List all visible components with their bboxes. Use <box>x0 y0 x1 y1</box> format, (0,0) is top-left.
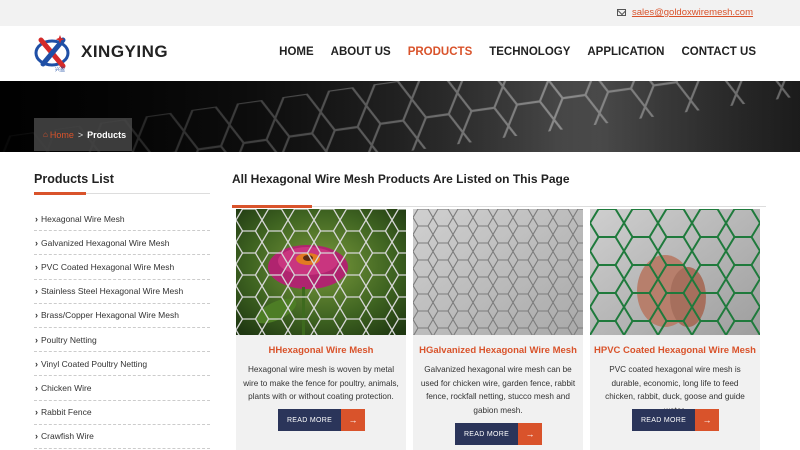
product-image-hexagonal[interactable] <box>236 209 406 335</box>
product-cards: HHexagonal Wire Mesh Hexagonal wire mesh… <box>236 209 760 450</box>
breadcrumb-home[interactable]: Home <box>50 130 74 140</box>
nav-home[interactable]: HOME <box>279 46 314 58</box>
product-card-description: Hexagonal wire mesh is woven by metal wi… <box>243 365 399 401</box>
sidebar-item-stainless-steel-hexagonal[interactable]: › Stainless Steel Hexagonal Wire Mesh <box>34 280 210 304</box>
nav-products[interactable]: PRODUCTS <box>408 46 473 58</box>
pvc-mesh-photo <box>590 209 760 335</box>
email-text: sales@goldoxwiremesh.com <box>631 7 753 18</box>
top-bar: sales@goldoxwiremesh.com <box>0 0 800 26</box>
logo-mark-icon: 兴盈 <box>34 35 70 72</box>
sidebar-title: Products List <box>34 172 114 186</box>
logo-subtext: 兴盈 <box>55 66 65 72</box>
product-card-description: PVC coated hexagonal wire mesh is durabl… <box>605 365 745 415</box>
chevron-right-icon: › <box>35 286 38 297</box>
site-logo[interactable]: 兴盈 XINGYING <box>33 32 168 72</box>
read-more-button[interactable]: READ MORE → <box>278 409 365 431</box>
breadcrumb: ⌂ Home > Products <box>34 118 132 151</box>
read-more-label: READ MORE <box>455 423 518 445</box>
email-link[interactable]: sales@goldoxwiremesh.com <box>616 7 753 18</box>
product-image-galvanized[interactable] <box>413 209 583 335</box>
sidebar-item-brass-copper-hexagonal[interactable]: › Brass/Copper Hexagonal Wire Mesh <box>34 304 210 328</box>
sidebar-item-hexagonal-wire-mesh[interactable]: › Hexagonal Wire Mesh <box>34 207 210 232</box>
envelope-icon <box>616 9 626 16</box>
sidebar-item-poultry-netting[interactable]: › Poultry Netting <box>34 328 210 353</box>
sidebar-item-rabbit-fence[interactable]: › Rabbit Fence <box>34 401 210 425</box>
page-heading: All Hexagonal Wire Mesh Products Are Lis… <box>232 172 570 186</box>
chevron-right-icon: › <box>35 213 38 224</box>
read-more-label: READ MORE <box>278 409 341 431</box>
sidebar-item-galvanized-hexagonal[interactable]: › Galvanized Hexagonal Wire Mesh <box>34 231 210 256</box>
read-more-button[interactable]: READ MORE → <box>455 423 542 445</box>
chevron-right-icon: › <box>35 407 38 418</box>
arrow-right-icon: → <box>695 409 719 431</box>
chevron-right-icon: › <box>35 334 38 345</box>
heading-underline <box>232 186 766 208</box>
products-main: All Hexagonal Wire Mesh Products Are Lis… <box>232 172 766 450</box>
read-more-button[interactable]: READ MORE → <box>632 409 719 431</box>
product-card-description: Galvanized hexagonal wire mesh can be us… <box>420 365 576 415</box>
products-sidebar: Products List › Hexagonal Wire Mesh › Galv… <box>34 172 210 449</box>
product-card-title[interactable]: HPVC Coated Hexagonal Wire Mesh <box>590 345 760 356</box>
chevron-right-icon: › <box>35 261 38 272</box>
page-banner: ⌂ Home > Products <box>0 81 800 152</box>
product-card-title[interactable]: HGalvanized Hexagonal Wire Mesh <box>413 345 583 356</box>
nav-application[interactable]: APPLICATION <box>587 46 664 58</box>
sidebar-title-underline <box>34 186 210 196</box>
product-card: HGalvanized Hexagonal Wire Mesh Galvaniz… <box>413 209 583 450</box>
sidebar-item-crawfish-wire[interactable]: › Crawfish Wire <box>34 425 210 449</box>
brand-name: XINGYING <box>81 42 169 61</box>
nav-about-us[interactable]: ABOUT US <box>331 46 391 58</box>
nav-technology[interactable]: TECHNOLOGY <box>489 46 570 58</box>
chevron-right-icon: › <box>35 382 38 393</box>
sidebar-item-pvc-coated-hexagonal[interactable]: › PVC Coated Hexagonal Wire Mesh <box>34 255 210 280</box>
product-card: HHexagonal Wire Mesh Hexagonal wire mesh… <box>236 209 406 450</box>
breadcrumb-separator: > <box>77 129 84 140</box>
sidebar-list: › Hexagonal Wire Mesh › Galvanized Hexagon… <box>34 207 210 449</box>
chevron-right-icon: › <box>35 431 38 442</box>
arrow-right-icon: → <box>518 423 542 445</box>
product-card-title[interactable]: HHexagonal Wire Mesh <box>236 345 406 356</box>
home-icon: ⌂ <box>43 130 48 139</box>
product-card: HPVC Coated Hexagonal Wire Mesh PVC coat… <box>590 209 760 450</box>
nav-contact-us[interactable]: CONTACT US <box>681 46 756 58</box>
sidebar-item-vinyl-coated-poultry-netting[interactable]: › Vinyl Coated Poultry Netting <box>34 352 210 377</box>
read-more-label: READ MORE <box>632 409 695 431</box>
site-header: 兴盈 XINGYING HOME ABOUT US PRODUCTS TECHN… <box>0 26 800 81</box>
flower-mesh-photo <box>236 209 406 335</box>
chevron-right-icon: › <box>35 310 38 321</box>
breadcrumb-current: Products <box>87 129 127 140</box>
product-image-pvc-coated[interactable] <box>590 209 760 335</box>
chevron-right-icon: › <box>35 237 38 248</box>
galvanized-mesh-photo <box>413 209 583 335</box>
main-nav: HOME ABOUT US PRODUCTS TECHNOLOGY APPLIC… <box>279 46 756 58</box>
arrow-right-icon: → <box>341 409 365 431</box>
sidebar-item-chicken-wire[interactable]: › Chicken Wire <box>34 376 210 401</box>
chevron-right-icon: › <box>35 358 38 369</box>
